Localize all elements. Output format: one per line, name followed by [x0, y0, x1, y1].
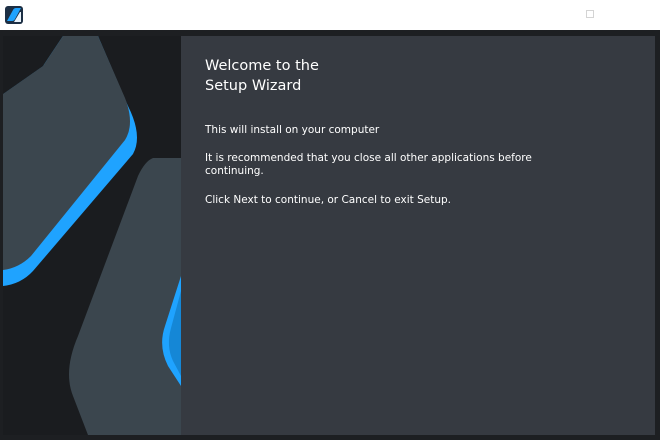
wizard-content: Welcome to the Setup Wizard This will in…	[0, 30, 660, 440]
setup-wizard-window: Welcome to the Setup Wizard This will in…	[0, 0, 660, 440]
maximize-icon	[586, 10, 594, 18]
setup-app-icon	[5, 6, 23, 24]
wizard-main-panel: Welcome to the Setup Wizard This will in…	[181, 36, 655, 435]
title-bar[interactable]	[0, 0, 660, 30]
maximize-button[interactable]	[584, 8, 596, 20]
continue-instructions: Click Next to continue, or Cancel to exi…	[205, 194, 451, 206]
wizard-banner-image	[3, 36, 181, 435]
close-apps-recommendation: It is recommended that you close all oth…	[205, 152, 532, 177]
welcome-title-line2: Setup Wizard	[205, 78, 302, 94]
welcome-title-line1: Welcome to the	[205, 58, 319, 74]
welcome-title: Welcome to the Setup Wizard	[205, 56, 505, 96]
install-description: This will install on your computer	[205, 124, 380, 136]
